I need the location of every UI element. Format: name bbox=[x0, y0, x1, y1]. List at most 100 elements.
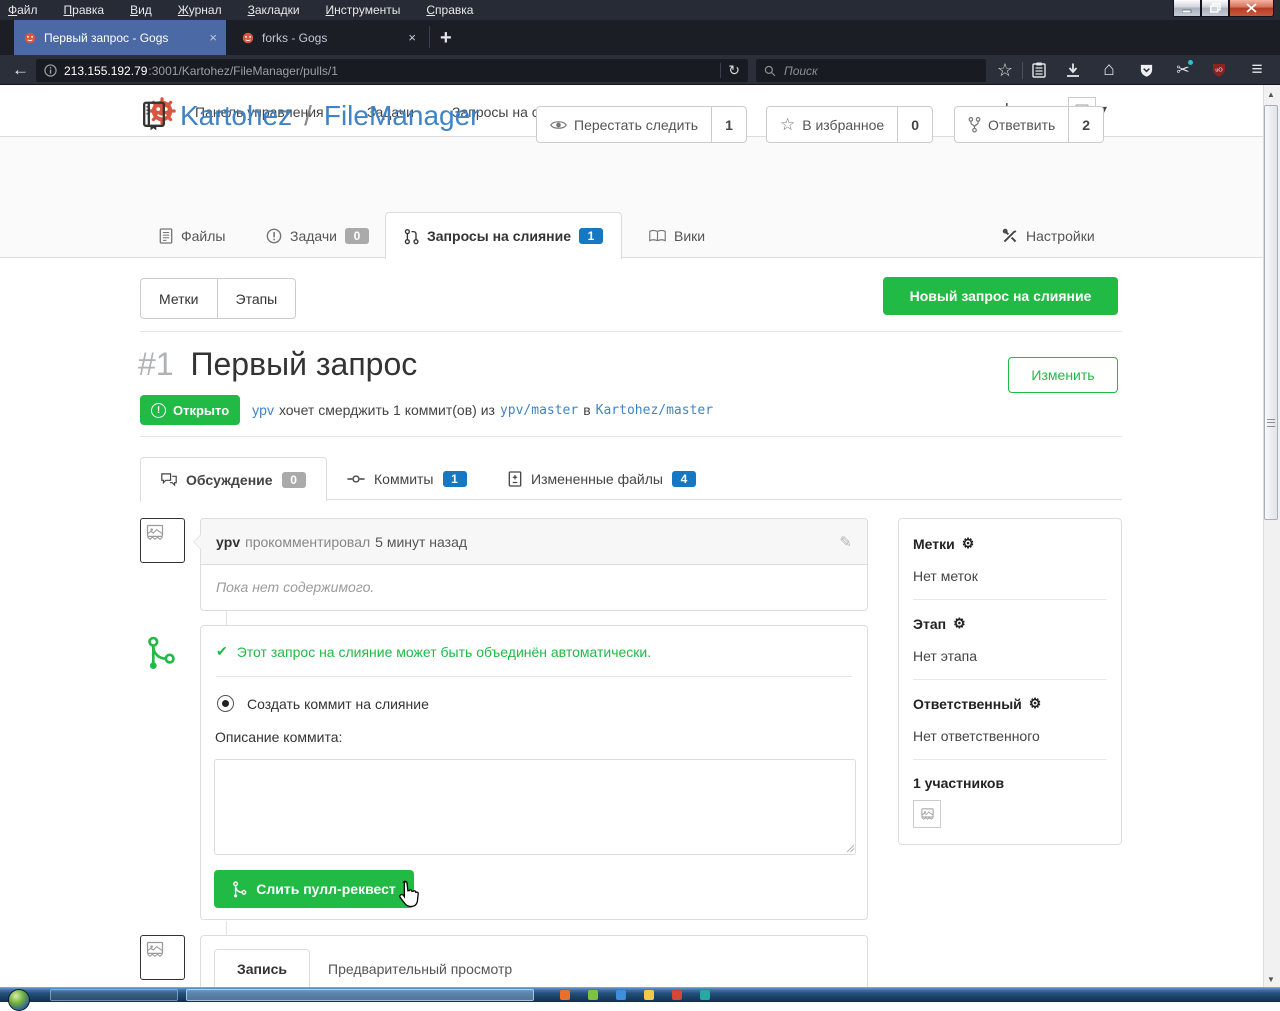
repo-tab-wiki[interactable]: Вики bbox=[645, 213, 709, 258]
scrollbar-thumb[interactable] bbox=[1264, 105, 1278, 520]
comment-arrow bbox=[200, 952, 201, 966]
issue-status-row: ! Открыто ypv хочет смерджить 1 коммит(о… bbox=[140, 395, 713, 425]
comment-author[interactable]: ypv bbox=[216, 534, 240, 550]
reload-icon[interactable]: ↻ bbox=[728, 62, 740, 79]
forks-count[interactable]: 2 bbox=[1068, 107, 1103, 142]
issue-meta: ypv хочет смерджить 1 коммит(ов) из ypv/… bbox=[252, 402, 713, 418]
resize-grip-icon[interactable] bbox=[846, 844, 855, 853]
labels-gear-icon[interactable]: ⚙ bbox=[962, 535, 975, 552]
scroll-up-button[interactable]: ▲ bbox=[1263, 86, 1279, 102]
branch-to-link[interactable]: Kartohez/master bbox=[596, 403, 713, 418]
new-comment-avatar[interactable] bbox=[140, 935, 185, 980]
stars-count[interactable]: 0 bbox=[897, 107, 932, 142]
milestone-gear-icon[interactable]: ⚙ bbox=[953, 615, 966, 632]
start-orb[interactable] bbox=[8, 989, 30, 1011]
assignee-gear-icon[interactable]: ⚙ bbox=[1029, 695, 1042, 712]
comment-time[interactable]: 5 минут назад bbox=[375, 534, 467, 550]
menu-edit[interactable]: Правка bbox=[64, 3, 105, 17]
sidebar-divider bbox=[913, 679, 1107, 680]
commit-message-textarea[interactable] bbox=[214, 759, 856, 855]
unwatch-button[interactable]: Перестать следить bbox=[537, 107, 711, 142]
participants-title: 1 участников bbox=[913, 775, 1107, 791]
tab-discussion[interactable]: Обсуждение 0 bbox=[140, 457, 327, 502]
search-input[interactable] bbox=[782, 63, 956, 79]
comment-arrow bbox=[194, 535, 201, 549]
menu-bookmarks[interactable]: Закладки bbox=[248, 3, 300, 17]
menu-tools[interactable]: Инструменты bbox=[326, 3, 401, 17]
svg-text:uO: uO bbox=[1215, 68, 1223, 74]
merge-pull-request-button[interactable]: Слить пулл-реквест bbox=[214, 870, 414, 908]
status-open-badge: ! Открыто bbox=[140, 395, 240, 425]
labels-button[interactable]: Метки bbox=[141, 279, 217, 318]
browser-tab-active[interactable]: Первый запрос - Gogs × bbox=[14, 20, 226, 55]
timeline-connector bbox=[226, 611, 227, 625]
ublock-icon[interactable]: uO bbox=[1208, 59, 1230, 81]
close-button[interactable] bbox=[1229, 0, 1274, 17]
pocket-icon[interactable] bbox=[1135, 59, 1157, 81]
branch-from-link[interactable]: ypv/master bbox=[500, 403, 578, 418]
minimize-button[interactable] bbox=[1173, 0, 1201, 17]
tab-close-icon[interactable]: × bbox=[209, 30, 217, 45]
sidebar-assignee-title: Ответственный ⚙ bbox=[913, 695, 1107, 712]
scroll-down-button[interactable]: ▼ bbox=[1263, 971, 1279, 987]
repo-tab-settings[interactable]: Настройки bbox=[998, 213, 1099, 258]
hamburger-menu-icon[interactable]: ≡ bbox=[1246, 59, 1268, 81]
broken-image-icon bbox=[145, 523, 165, 543]
fork-button[interactable]: Ответвить bbox=[955, 107, 1068, 142]
commit-icon bbox=[347, 473, 365, 485]
milestones-button[interactable]: Этапы bbox=[217, 279, 296, 318]
comment-avatar[interactable] bbox=[140, 518, 185, 563]
repo-owner-link[interactable]: Kartohez bbox=[180, 100, 292, 132]
repo-tab-issues[interactable]: Задачи 0 bbox=[262, 213, 373, 258]
extension-scissors-icon[interactable]: ✂ bbox=[1172, 59, 1194, 81]
repo-name-link[interactable]: FileManager bbox=[324, 100, 480, 132]
bookmark-star-icon[interactable]: ☆ bbox=[994, 59, 1016, 81]
editor-tab-write[interactable]: Запись bbox=[214, 949, 310, 988]
wiki-book-icon bbox=[649, 229, 666, 243]
tab-commits[interactable]: Коммиты 1 bbox=[347, 457, 467, 500]
edit-comment-icon[interactable]: ✎ bbox=[839, 533, 852, 551]
author-link[interactable]: ypv bbox=[252, 402, 274, 418]
merge-commit-radio[interactable] bbox=[217, 695, 234, 712]
star-button[interactable]: ☆ В избранное bbox=[767, 107, 897, 142]
diff-file-icon bbox=[508, 471, 522, 487]
clipboard-icon bbox=[1032, 62, 1046, 78]
watchers-count[interactable]: 1 bbox=[711, 107, 746, 142]
menu-view[interactable]: Вид bbox=[130, 3, 152, 17]
search-bar[interactable] bbox=[756, 59, 986, 82]
url-bar[interactable]: 213.155.192.79:3001/Kartohez/FileManager… bbox=[36, 59, 748, 82]
repo-tab-files[interactable]: Файлы bbox=[155, 213, 229, 258]
tab-close-icon[interactable]: × bbox=[408, 30, 416, 45]
taskbar-app-button[interactable] bbox=[50, 989, 178, 1001]
taskbar-icon[interactable] bbox=[672, 990, 682, 1000]
reading-list-icon[interactable] bbox=[1028, 59, 1050, 81]
merge-status-text: Этот запрос на слияние может быть объеди… bbox=[237, 644, 651, 660]
pull-request-icon bbox=[404, 228, 419, 245]
back-button[interactable]: ← bbox=[12, 60, 29, 80]
menu-history[interactable]: Журнал bbox=[178, 3, 222, 17]
tab-changed-files[interactable]: Измененные файлы 4 bbox=[508, 457, 696, 500]
urlbar-separator bbox=[720, 63, 721, 78]
new-pull-request-button[interactable]: Новый запрос на слияние bbox=[883, 277, 1118, 315]
participant-avatar[interactable] bbox=[913, 800, 941, 828]
menu-file[interactable]: Файл bbox=[8, 3, 38, 17]
download-arrow-icon bbox=[1066, 63, 1080, 78]
new-tab-button[interactable]: + bbox=[440, 27, 452, 50]
browser-tab-inactive[interactable]: forks - Gogs × bbox=[232, 20, 425, 55]
editor-tab-preview[interactable]: Предварительный просмотр bbox=[310, 950, 530, 988]
edit-issue-button[interactable]: Изменить bbox=[1008, 357, 1118, 393]
taskbar-icon[interactable] bbox=[700, 990, 710, 1000]
taskbar-icon[interactable] bbox=[644, 990, 654, 1000]
site-info-icon[interactable] bbox=[44, 64, 57, 77]
taskbar-icon[interactable] bbox=[616, 990, 626, 1000]
taskbar-icon[interactable] bbox=[588, 990, 598, 1000]
taskbar-active-app-button[interactable] bbox=[186, 989, 534, 1001]
restore-button[interactable] bbox=[1201, 0, 1229, 17]
home-icon[interactable]: ⌂ bbox=[1098, 59, 1120, 81]
repo-tab-pull-requests[interactable]: Запросы на слияние 1 bbox=[385, 212, 622, 259]
issues-badge: 0 bbox=[345, 228, 369, 244]
taskbar-icon[interactable] bbox=[560, 990, 570, 1000]
downloads-icon[interactable] bbox=[1062, 59, 1084, 81]
menu-help[interactable]: Справка bbox=[426, 3, 473, 17]
merge-box: ✔ Этот запрос на слияние может быть объе… bbox=[200, 625, 868, 920]
